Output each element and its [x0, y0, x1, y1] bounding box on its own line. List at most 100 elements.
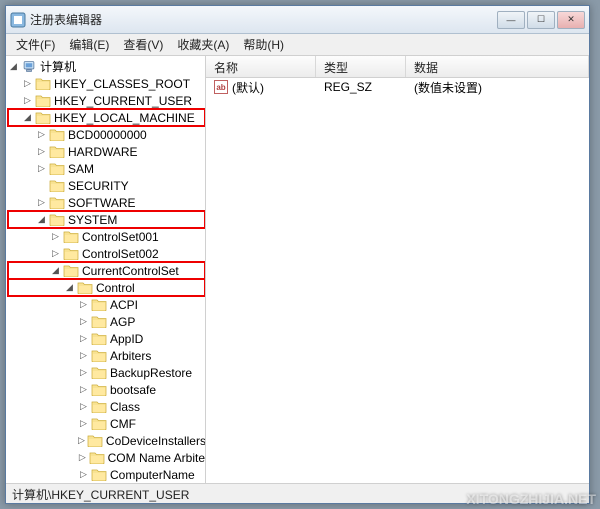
col-name[interactable]: 名称 — [206, 56, 316, 77]
expander-icon[interactable]: ▷ — [36, 197, 47, 208]
folder-icon — [49, 128, 65, 141]
expander-icon[interactable]: ▷ — [78, 384, 89, 395]
tree-item[interactable]: ·SECURITY — [8, 177, 205, 194]
folder-icon — [89, 451, 105, 464]
folder-icon — [49, 162, 65, 175]
expander-icon[interactable]: ▷ — [78, 333, 89, 344]
titlebar[interactable]: 注册表编辑器 — ☐ ✕ — [6, 6, 589, 34]
expander-icon[interactable]: ▷ — [78, 418, 89, 429]
folder-icon — [63, 247, 79, 260]
folder-icon — [49, 179, 65, 192]
expander-icon[interactable]: ▷ — [36, 129, 47, 140]
col-data[interactable]: 数据 — [406, 56, 589, 77]
string-value-icon: ab — [214, 80, 228, 94]
minimize-button[interactable]: — — [497, 11, 525, 29]
tree-item[interactable]: ▷ COM Name Arbite — [8, 449, 205, 466]
tree-label: CurrentControlSet — [82, 264, 179, 278]
tree-item[interactable]: ▷ SOFTWARE — [8, 194, 205, 211]
tree-item[interactable]: ▷ AppID — [8, 330, 205, 347]
expander-icon[interactable]: ◢ — [8, 61, 19, 72]
tree-item-control[interactable]: ◢ Control — [8, 279, 205, 296]
list-row[interactable]: ab (默认) REG_SZ (数值未设置) — [206, 78, 589, 96]
folder-icon — [91, 349, 107, 362]
menu-file[interactable]: 文件(F) — [10, 34, 61, 55]
menu-view[interactable]: 查看(V) — [117, 34, 169, 55]
value-data: (数值未设置) — [406, 79, 589, 96]
tree-label: AppID — [110, 332, 143, 346]
expander-icon[interactable]: ▷ — [36, 163, 47, 174]
tree-item[interactable]: ▷ACPI — [8, 296, 205, 313]
expander-icon[interactable]: ◢ — [64, 282, 75, 293]
expander-icon[interactable]: ▷ — [78, 367, 89, 378]
value-type: REG_SZ — [316, 80, 406, 94]
tree-label: SECURITY — [68, 179, 129, 193]
tree-pane[interactable]: ◢ 计算机 ▷ HKEY_CLASSES_ROOT ▷ HKEY_CURRENT… — [6, 56, 206, 483]
expander-icon[interactable]: ▷ — [22, 95, 33, 106]
folder-icon — [35, 77, 51, 90]
tree-item[interactable]: ▷CMF — [8, 415, 205, 432]
tree-item-hklm[interactable]: ◢ HKEY_LOCAL_MACHINE — [8, 109, 205, 126]
expander-icon[interactable]: ◢ — [36, 214, 47, 225]
app-icon — [10, 12, 26, 28]
tree-label: Arbiters — [110, 349, 151, 363]
folder-icon — [91, 332, 107, 345]
menu-help[interactable]: 帮助(H) — [237, 34, 290, 55]
menu-edit[interactable]: 编辑(E) — [63, 34, 115, 55]
expander-icon[interactable]: ▷ — [78, 350, 89, 361]
tree-root[interactable]: ◢ 计算机 — [8, 58, 205, 75]
tree-item[interactable]: ▷CoDeviceInstallers — [8, 432, 205, 449]
tree-item[interactable]: ▷ AGP — [8, 313, 205, 330]
close-button[interactable]: ✕ — [557, 11, 585, 29]
maximize-button[interactable]: ☐ — [527, 11, 555, 29]
expander-icon[interactable]: ▷ — [22, 78, 33, 89]
list-header: 名称 类型 数据 — [206, 56, 589, 78]
expander-icon[interactable]: ▷ — [78, 452, 87, 463]
expander-icon[interactable]: ▷ — [50, 248, 61, 259]
tree-item[interactable]: ▷ ComputerName — [8, 466, 205, 483]
tree-label: COM Name Arbite — [108, 451, 205, 465]
expander-icon[interactable]: ▷ — [78, 401, 89, 412]
expander-icon[interactable]: ◢ — [50, 265, 61, 276]
folder-icon — [49, 213, 65, 226]
tree-label: AGP — [110, 315, 135, 329]
list-pane[interactable]: 名称 类型 数据 ab (默认) REG_SZ (数值未设置) — [206, 56, 589, 483]
col-type[interactable]: 类型 — [316, 56, 406, 77]
folder-icon — [49, 196, 65, 209]
tree-item[interactable]: ▷BackupRestore — [8, 364, 205, 381]
tree-label: ControlSet001 — [82, 230, 159, 244]
statusbar: 计算机\HKEY_CURRENT_USER — [6, 483, 589, 503]
tree-item[interactable]: ▷ SAM — [8, 160, 205, 177]
tree-item-ccs[interactable]: ◢ CurrentControlSet — [8, 262, 205, 279]
folder-icon — [91, 417, 107, 430]
tree-item[interactable]: ▷ ControlSet002 — [8, 245, 205, 262]
expander-icon[interactable]: ▷ — [78, 299, 89, 310]
tree-label: ControlSet002 — [82, 247, 159, 261]
tree-label: SAM — [68, 162, 94, 176]
expander-icon[interactable]: ▷ — [36, 146, 47, 157]
tree-label: Control — [96, 281, 135, 295]
tree-label: Class — [110, 400, 140, 414]
tree-label: SOFTWARE — [68, 196, 136, 210]
tree-item[interactable]: ▷ HKEY_CURRENT_USER — [8, 92, 205, 109]
tree-item[interactable]: ▷BCD00000000 — [8, 126, 205, 143]
regedit-window: 注册表编辑器 — ☐ ✕ 文件(F) 编辑(E) 查看(V) 收藏夹(A) 帮助… — [5, 5, 590, 504]
folder-icon — [91, 383, 107, 396]
folder-icon — [63, 264, 79, 277]
tree-label: HKEY_LOCAL_MACHINE — [54, 111, 195, 125]
tree-item[interactable]: ▷ ControlSet001 — [8, 228, 205, 245]
window-title: 注册表编辑器 — [30, 11, 497, 28]
tree-label: ComputerName — [110, 468, 195, 482]
tree-item-system[interactable]: ◢SYSTEM — [8, 211, 205, 228]
expander-icon[interactable]: ▷ — [78, 316, 89, 327]
menu-favorites[interactable]: 收藏夹(A) — [171, 34, 235, 55]
tree-item[interactable]: ▷ Class — [8, 398, 205, 415]
expander-icon[interactable]: ◢ — [22, 112, 33, 123]
tree-item[interactable]: ▷ Arbiters — [8, 347, 205, 364]
tree-label: HKEY_CURRENT_USER — [54, 94, 192, 108]
tree-item[interactable]: ▷HARDWARE — [8, 143, 205, 160]
expander-icon[interactable]: ▷ — [78, 469, 89, 480]
expander-icon[interactable]: ▷ — [50, 231, 61, 242]
tree-item[interactable]: ▷ HKEY_CLASSES_ROOT — [8, 75, 205, 92]
expander-icon[interactable]: ▷ — [78, 435, 85, 446]
tree-item[interactable]: ▷bootsafe — [8, 381, 205, 398]
